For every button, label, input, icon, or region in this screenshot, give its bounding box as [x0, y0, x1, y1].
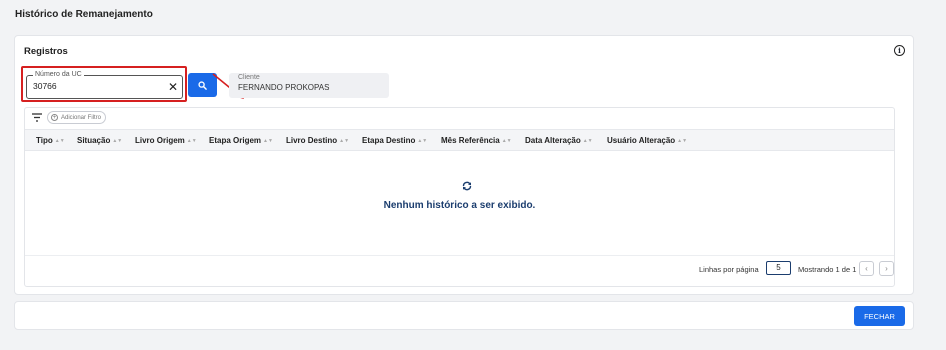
add-filter-label: Adicionar Filtro — [61, 114, 102, 121]
close-icon[interactable]: ✕ — [168, 79, 178, 95]
sort-icon: ▲▼ — [501, 138, 512, 144]
column-header-livro-origem[interactable]: Livro Origem ▲▼ — [135, 136, 197, 145]
sort-icon: ▲▼ — [677, 138, 688, 144]
column-header-mes-referencia[interactable]: Mês Referência ▲▼ — [441, 136, 512, 145]
column-header-tipo[interactable]: Tipo ▲▼ — [36, 136, 65, 145]
sort-icon: ▲▼ — [263, 138, 273, 144]
previous-page-button[interactable]: ‹ — [859, 261, 874, 276]
plus-circle-icon: + — [51, 114, 58, 121]
table-header: Tipo ▲▼ Situação ▲▼ Livro Origem ▲▼ Etapa O… — [25, 129, 894, 151]
column-header-usuario-alteracao[interactable]: Usuário Alteração ▲▼ — [607, 136, 687, 145]
history-table: + Adicionar Filtro Tipo ▲▼ Situação ▲▼ Liv… — [24, 107, 895, 287]
sort-icon: ▲▼ — [54, 138, 65, 144]
next-page-button[interactable]: › — [879, 261, 894, 276]
rows-per-page-label: Linhas por página — [699, 265, 759, 274]
sort-icon: ▲▼ — [112, 138, 123, 144]
column-header-etapa-destino[interactable]: Etapa Destino ▲▼ — [362, 136, 427, 145]
pagination-status: Mostrando 1 de 1 — [798, 265, 857, 274]
uc-field-label: Número da UC — [33, 70, 84, 80]
close-button[interactable]: FECHAR — [854, 306, 905, 326]
uc-input[interactable] — [33, 81, 163, 91]
sort-icon: ▲▼ — [417, 138, 428, 144]
search-icon — [198, 80, 207, 90]
chevron-left-icon: ‹ — [865, 264, 868, 273]
filter-icon[interactable] — [32, 113, 42, 122]
footer-card: FECHAR — [14, 301, 914, 330]
page-title: Histórico de Remanejamento — [15, 9, 153, 20]
column-header-livro-destino[interactable]: Livro Destino ▲▼ — [286, 136, 349, 145]
column-header-data-alteracao[interactable]: Data Alteração ▲▼ — [525, 136, 593, 145]
registros-title: Registros — [24, 46, 68, 57]
column-header-situacao[interactable]: Situação ▲▼ — [77, 136, 122, 145]
divider — [25, 255, 894, 256]
sort-icon: ▲▼ — [339, 138, 350, 144]
rows-per-page-select[interactable]: 5 — [766, 261, 791, 275]
empty-message: Nenhum histórico a ser exibido. — [383, 200, 536, 211]
client-field: Cliente FERNANDO PROKOPAS — [229, 73, 389, 98]
registros-card: Registros i Número da UC ✕ Cliente FERNA… — [14, 35, 914, 295]
chevron-right-icon: › — [885, 264, 888, 273]
client-value: FERNANDO PROKOPAS — [238, 83, 330, 92]
sort-icon: ▲▼ — [186, 138, 197, 144]
uc-field[interactable]: Número da UC ✕ — [26, 70, 183, 99]
add-filter-button[interactable]: + Adicionar Filtro — [47, 111, 107, 124]
filter-row: + Adicionar Filtro — [25, 108, 894, 128]
column-header-etapa-origem[interactable]: Etapa Origem ▲▼ — [209, 136, 273, 145]
info-icon[interactable]: i — [894, 45, 905, 56]
sort-icon: ▲▼ — [582, 138, 593, 144]
refresh-icon — [462, 181, 472, 191]
client-label: Cliente — [238, 74, 260, 81]
